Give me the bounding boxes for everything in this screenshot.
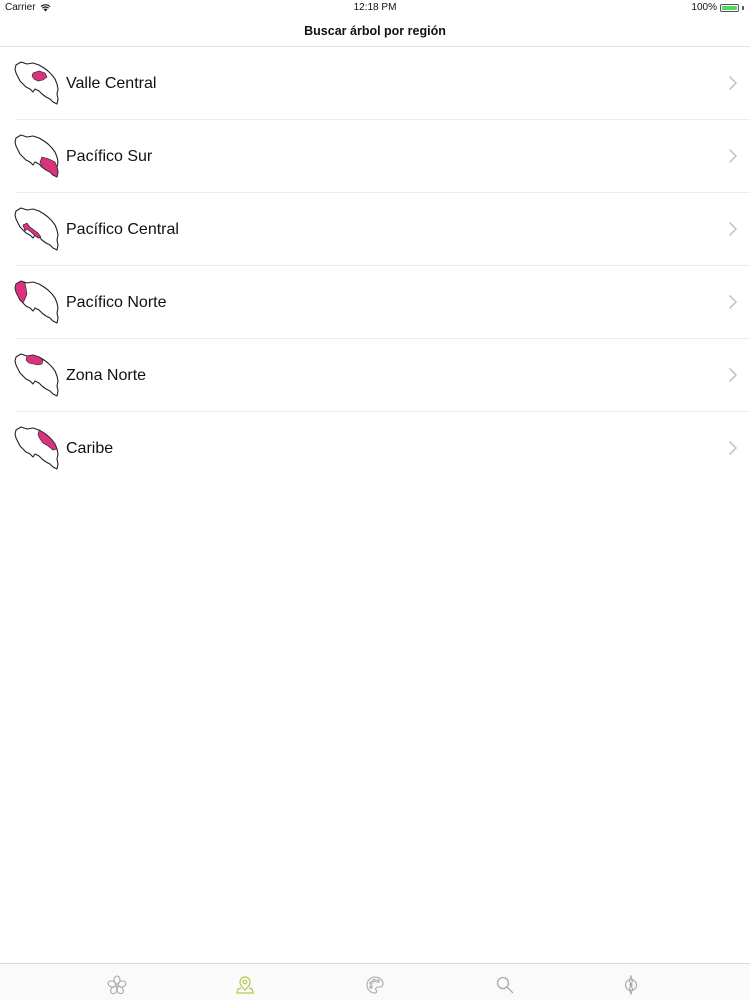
map-valle-central-icon <box>14 61 59 105</box>
tab-compass[interactable] <box>620 974 642 996</box>
palette-icon <box>366 976 384 994</box>
map-zona-norte-icon <box>14 353 59 397</box>
map-pacifico-central-icon <box>14 207 59 251</box>
chevron-right-icon <box>729 76 737 90</box>
region-row-caribe[interactable]: Caribe <box>0 412 750 485</box>
tab-search[interactable] <box>494 974 516 996</box>
region-row-pacifico-central[interactable]: Pacífico Central <box>0 193 750 266</box>
chevron-right-icon <box>729 441 737 455</box>
tab-regions[interactable] <box>234 974 256 996</box>
region-row-valle-central[interactable]: Valle Central <box>0 47 750 120</box>
status-bar: Carrier 12:18 PM 100% <box>0 0 750 16</box>
compass-icon <box>624 975 638 995</box>
battery-percent: 100% <box>691 2 717 13</box>
map-pacifico-sur-icon <box>14 134 59 178</box>
region-label: Pacífico Central <box>66 220 179 238</box>
region-label: Caribe <box>66 439 114 457</box>
battery-tip <box>742 5 744 10</box>
chevron-right-icon <box>729 368 737 382</box>
tab-bar <box>0 963 750 1000</box>
status-time: 12:18 PM <box>353 2 397 13</box>
tab-flower[interactable] <box>106 974 128 996</box>
chevron-right-icon <box>729 222 737 236</box>
region-label: Zona Norte <box>66 366 147 384</box>
region-list: Valle Central Pacífico Sur Pacífico Cent… <box>0 47 750 485</box>
region-row-pacifico-sur[interactable]: Pacífico Sur <box>0 120 750 193</box>
battery-fill <box>722 5 737 10</box>
map-pin-icon <box>236 976 254 994</box>
page-title: Buscar árbol por región <box>304 24 446 38</box>
nav-bar: Buscar árbol por región <box>0 16 750 47</box>
battery-icon <box>720 3 739 12</box>
tab-palette[interactable] <box>364 974 386 996</box>
chevron-right-icon <box>729 295 737 309</box>
region-label: Valle Central <box>66 74 157 92</box>
chevron-right-icon <box>729 149 737 163</box>
map-caribe-icon <box>14 426 59 470</box>
map-pacifico-norte-icon <box>14 280 59 324</box>
region-label: Pacífico Norte <box>66 293 167 311</box>
region-row-pacifico-norte[interactable]: Pacífico Norte <box>0 266 750 339</box>
flower-icon <box>107 975 127 995</box>
region-row-zona-norte[interactable]: Zona Norte <box>0 339 750 412</box>
search-icon <box>496 976 514 994</box>
region-label: Pacífico Sur <box>66 147 153 165</box>
status-right: 100% <box>691 2 744 13</box>
